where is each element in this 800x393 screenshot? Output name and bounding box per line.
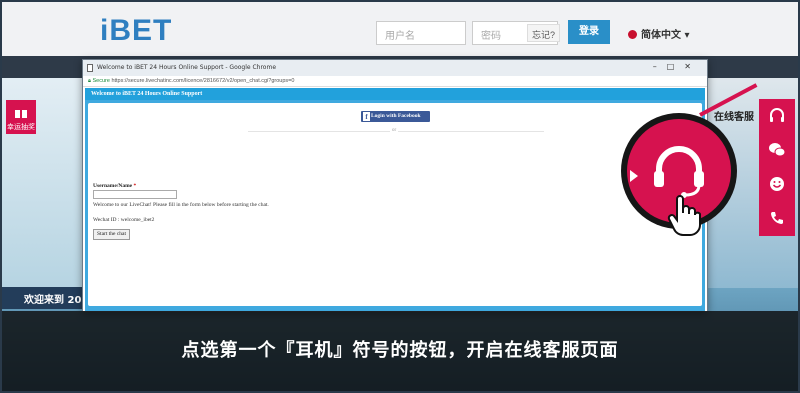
screenshot-frame — [0, 0, 800, 393]
